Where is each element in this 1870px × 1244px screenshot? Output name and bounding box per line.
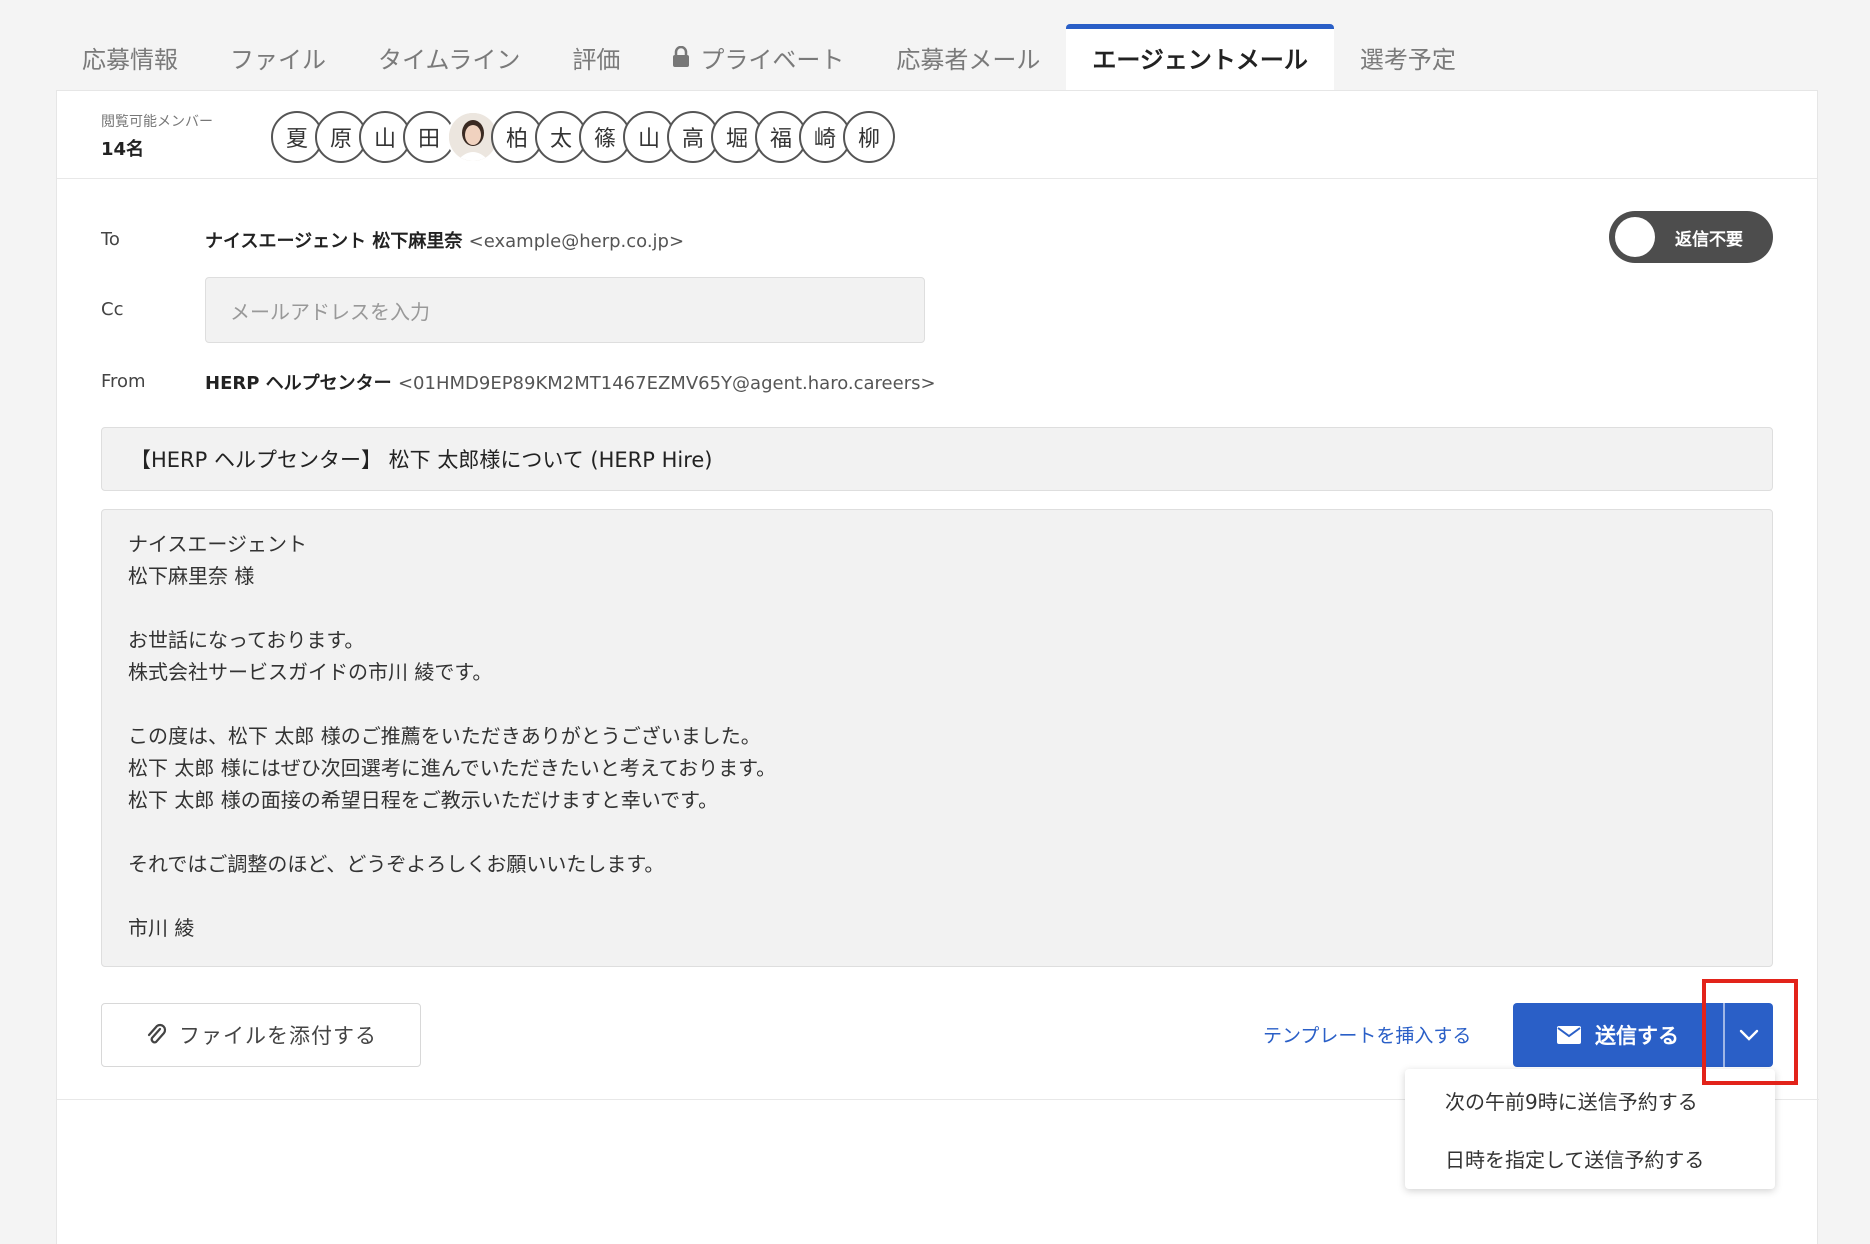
paperclip-icon bbox=[145, 1023, 167, 1047]
subject-input[interactable]: 【HERP ヘルプセンター】 松下 太郎様について (HERP Hire) bbox=[101, 427, 1773, 491]
from-sender: HERP ヘルプセンター <01HMD9EP89KM2MT1467EZMV65Y… bbox=[205, 369, 936, 395]
tab-agent-mail[interactable]: エージェントメール bbox=[1066, 24, 1334, 90]
no-reply-label: 返信不要 bbox=[1675, 229, 1743, 250]
cc-email-input[interactable]: メールアドレスを入力 bbox=[205, 277, 925, 343]
tab-bar: 応募情報 ファイル タイムライン 評価 プライベート 応募者メール エージェント… bbox=[56, 24, 1482, 90]
mail-body-textarea[interactable]: ナイスエージェント 松下麻里奈 様 お世話になっております。 株式会社サービスガ… bbox=[101, 509, 1773, 967]
chevron-down-icon bbox=[1739, 1026, 1759, 1045]
body-line: それではご調整のほど、どうぞよろしくお願いいたします。 bbox=[128, 852, 665, 876]
body-line bbox=[128, 592, 1746, 624]
from-sender-name: HERP ヘルプセンター bbox=[205, 373, 392, 394]
body-line: 株式会社サービスガイドの市川 綾です。 bbox=[128, 660, 493, 684]
person-photo-icon bbox=[449, 113, 497, 161]
tab-label: エージェントメール bbox=[1092, 45, 1308, 74]
tab-label: 評価 bbox=[572, 45, 621, 74]
members-label: 閲覧可能メンバー bbox=[101, 114, 213, 130]
to-recipient-email: <example@herp.co.jp> bbox=[468, 231, 685, 252]
tab-selection-schedule[interactable]: 選考予定 bbox=[1334, 24, 1482, 90]
cc-label: Cc bbox=[101, 299, 124, 320]
body-line: ナイスエージェント bbox=[128, 532, 307, 556]
toggle-knob bbox=[1615, 217, 1655, 257]
body-line bbox=[128, 688, 1746, 720]
tab-files[interactable]: ファイル bbox=[204, 24, 352, 90]
attach-file-label: ファイルを添付する bbox=[179, 1024, 377, 1048]
tab-application-info[interactable]: 応募情報 bbox=[56, 24, 204, 90]
to-label: To bbox=[101, 229, 120, 250]
tab-applicant-mail[interactable]: 応募者メール bbox=[870, 24, 1066, 90]
insert-template-link[interactable]: テンプレートを挿入する bbox=[1263, 1021, 1471, 1048]
member-avatars: 夏 原 山 田 柏 太 篠 山 高 堀 福 崎 柳 bbox=[271, 111, 895, 163]
agent-mail-panel: 閲覧可能メンバー 14名 夏 原 山 田 柏 太 篠 山 高 堀 福 崎 柳 T… bbox=[56, 90, 1819, 1244]
lock-icon bbox=[672, 46, 690, 68]
send-button[interactable]: 送信する bbox=[1513, 1003, 1723, 1067]
page: 応募情報 ファイル タイムライン 評価 プライベート 応募者メール エージェント… bbox=[0, 0, 1870, 1244]
avatar[interactable]: 柳 bbox=[843, 111, 895, 163]
tab-label: 応募者メール bbox=[896, 45, 1041, 74]
body-line bbox=[128, 816, 1746, 848]
body-line: この度は、松下 太郎 様のご推薦をいただきありがとうございました。 bbox=[128, 724, 761, 748]
viewable-members-bar: 閲覧可能メンバー 14名 夏 原 山 田 柏 太 篠 山 高 堀 福 崎 柳 bbox=[57, 91, 1817, 179]
to-recipient: ナイスエージェント 松下麻里奈 <example@herp.co.jp> bbox=[205, 227, 684, 253]
envelope-icon bbox=[1557, 1026, 1581, 1044]
schedule-send-menu: 次の午前9時に送信予約する 日時を指定して送信予約する bbox=[1405, 1069, 1775, 1189]
send-label: 送信する bbox=[1595, 1024, 1679, 1048]
body-line bbox=[128, 880, 1746, 912]
body-line: お世話になっております。 bbox=[128, 628, 365, 652]
from-sender-email: <01HMD9EP89KM2MT1467EZMV65Y@agent.haro.c… bbox=[397, 373, 936, 394]
from-label: From bbox=[101, 371, 146, 392]
tab-evaluation[interactable]: 評価 bbox=[546, 24, 646, 90]
send-options-dropdown-button[interactable] bbox=[1725, 1003, 1773, 1067]
tab-label: 応募情報 bbox=[82, 45, 178, 74]
body-line: 市川 綾 bbox=[128, 916, 195, 940]
tab-timeline[interactable]: タイムライン bbox=[352, 24, 546, 90]
attach-file-button[interactable]: ファイルを添付する bbox=[101, 1003, 421, 1067]
tab-private[interactable]: プライベート bbox=[646, 24, 870, 90]
body-line: 松下 太郎 様の面接の希望日程をご教示いただけますと幸いです。 bbox=[128, 788, 719, 812]
tab-label: 選考予定 bbox=[1359, 45, 1456, 74]
tab-label: タイムライン bbox=[378, 45, 521, 74]
no-reply-toggle[interactable]: 返信不要 bbox=[1609, 211, 1773, 263]
tab-label: ファイル bbox=[230, 45, 326, 74]
members-count: 14名 bbox=[101, 139, 145, 160]
body-line: 松下 太郎 様にはぜひ次回選考に進んでいただきたいと考えております。 bbox=[128, 756, 777, 780]
to-recipient-name: ナイスエージェント 松下麻里奈 bbox=[205, 231, 463, 252]
tab-label: プライベート bbox=[700, 45, 845, 74]
body-line: 松下麻里奈 様 bbox=[128, 564, 255, 588]
schedule-next-9am-item[interactable]: 次の午前9時に送信予約する bbox=[1405, 1071, 1775, 1129]
schedule-custom-datetime-item[interactable]: 日時を指定して送信予約する bbox=[1405, 1129, 1775, 1187]
